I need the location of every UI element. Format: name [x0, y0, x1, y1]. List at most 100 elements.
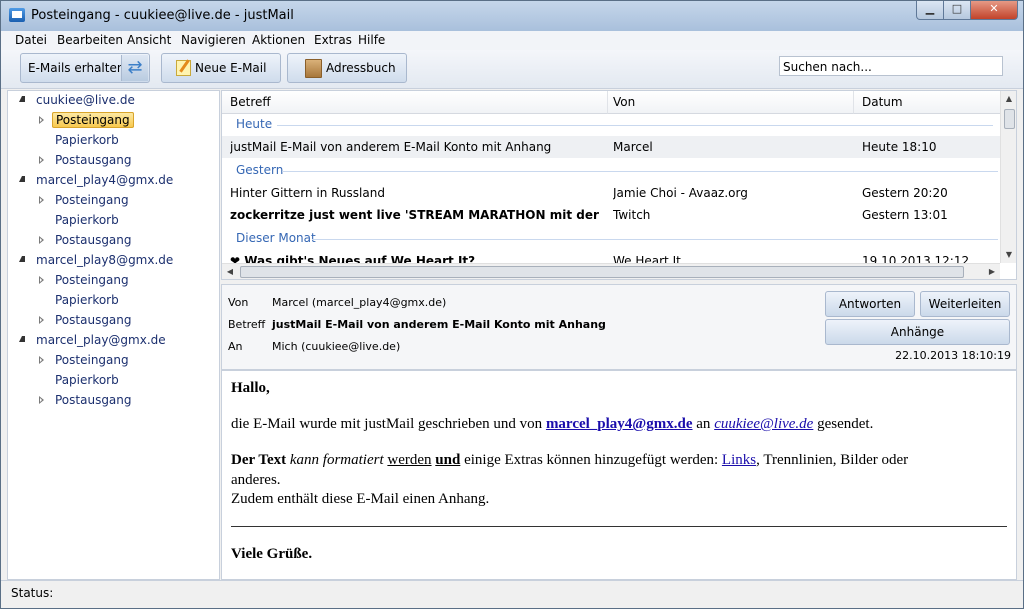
- folder-posteingang[interactable]: Posteingang: [55, 351, 129, 369]
- menu-navigieren[interactable]: Navigieren: [181, 33, 246, 47]
- mail-list: Betreff Von Datum Heute justMail E-Mail …: [221, 90, 1017, 280]
- mail-row[interactable]: Hinter Gittern in Russland Jamie Choi - …: [222, 182, 1000, 204]
- to-label: An: [228, 340, 243, 353]
- minimize-button[interactable]: ▁: [916, 1, 944, 20]
- collapsed-icon[interactable]: [39, 116, 44, 124]
- scroll-left-icon[interactable]: ◀: [222, 264, 238, 279]
- addressbook-icon: [305, 59, 322, 78]
- expanded-icon[interactable]: [19, 96, 25, 102]
- mail-row[interactable]: justMail E-Mail von anderem E-Mail Konto…: [222, 136, 1000, 158]
- bold-text: Der Text: [231, 452, 287, 468]
- folder-papierkorb[interactable]: Papierkorb: [55, 131, 119, 149]
- text: an: [692, 416, 715, 432]
- account-item[interactable]: marcel_play8@gmx.de: [36, 251, 173, 269]
- collapsed-icon[interactable]: [39, 396, 44, 404]
- close-button[interactable]: ✕: [970, 1, 1018, 20]
- from-value: Marcel (marcel_play4@gmx.de): [272, 296, 447, 309]
- mail-from: Marcel: [613, 140, 653, 154]
- mail-row-unread[interactable]: zockerritze just went live 'STREAM MARAT…: [222, 204, 1000, 226]
- window-title: Posteingang - cuukiee@live.de - justMail: [31, 8, 294, 23]
- mail-subject: zockerritze just went live 'STREAM MARAT…: [230, 208, 600, 222]
- mail-date: Gestern 20:20: [862, 186, 948, 200]
- expanded-icon[interactable]: [19, 336, 25, 342]
- sync-icon[interactable]: ⇄: [121, 55, 148, 81]
- mail-from: Jamie Choi - Avaaz.org: [613, 186, 748, 200]
- account-item[interactable]: cuukiee@live.de: [36, 91, 135, 109]
- folder-papierkorb[interactable]: Papierkorb: [55, 211, 119, 229]
- collapsed-icon[interactable]: [39, 316, 44, 324]
- menu-bar: Datei Bearbeiten Ansicht Navigieren Akti…: [1, 31, 1023, 51]
- mail-subject: justMail E-Mail von anderem E-Mail Konto…: [230, 140, 552, 154]
- collapsed-icon[interactable]: [39, 276, 44, 284]
- folder-postausgang[interactable]: Postausgang: [55, 391, 132, 409]
- text: die E-Mail wurde mit justMail geschriebe…: [231, 416, 546, 432]
- email-link[interactable]: cuukiee@live.de: [714, 416, 813, 432]
- body-line-3: anderes.: [231, 472, 281, 488]
- text: gesendet.: [813, 416, 874, 432]
- bold-underlined-text: und: [435, 452, 461, 468]
- menu-bearbeiten[interactable]: Bearbeiten: [57, 33, 123, 47]
- forward-button[interactable]: Weiterleiten: [920, 291, 1010, 317]
- collapsed-icon[interactable]: [39, 156, 44, 164]
- column-header-from[interactable]: Von: [608, 91, 854, 114]
- closing: Viele Grüße.: [231, 546, 313, 562]
- group-divider: [277, 125, 993, 126]
- main-window: Posteingang - cuukiee@live.de - justMail…: [0, 0, 1024, 609]
- mail-from: Twitch: [613, 208, 651, 222]
- get-mail-button[interactable]: E-Mails erhalten ⇄: [20, 53, 150, 83]
- folder-postausgang[interactable]: Postausgang: [55, 311, 132, 329]
- folder-papierkorb[interactable]: Papierkorb: [55, 371, 119, 389]
- text: einige Extras können hinzugefügt werden:: [460, 452, 722, 468]
- collapsed-icon[interactable]: [39, 196, 44, 204]
- folder-postausgang[interactable]: Postausgang: [55, 151, 132, 169]
- collapsed-icon[interactable]: [39, 356, 44, 364]
- scroll-thumb[interactable]: [240, 266, 964, 278]
- vertical-scrollbar[interactable]: ▲ ▼: [1000, 91, 1016, 263]
- collapsed-icon[interactable]: [39, 236, 44, 244]
- expanded-icon[interactable]: [19, 256, 25, 262]
- folder-tree: cuukiee@live.de Posteingang Papierkorb P…: [7, 90, 220, 580]
- search-input[interactable]: Suchen nach...: [779, 56, 1003, 76]
- scroll-right-icon[interactable]: ▶: [984, 264, 1000, 279]
- expanded-icon[interactable]: [19, 176, 25, 182]
- menu-datei[interactable]: Datei: [15, 33, 47, 47]
- body-line-4: Zudem enthält diese E-Mail einen Anhang.: [231, 491, 490, 507]
- maximize-button[interactable]: □: [943, 1, 971, 20]
- scroll-up-icon[interactable]: ▲: [1001, 91, 1016, 107]
- attachments-button[interactable]: Anhänge: [825, 319, 1010, 345]
- folder-papierkorb[interactable]: Papierkorb: [55, 291, 119, 309]
- email-link[interactable]: marcel_play4@gmx.de: [546, 416, 693, 432]
- new-mail-button[interactable]: Neue E-Mail: [161, 53, 281, 83]
- scroll-down-icon[interactable]: ▼: [1001, 247, 1016, 263]
- menu-extras[interactable]: Extras: [314, 33, 352, 47]
- menu-aktionen[interactable]: Aktionen: [252, 33, 305, 47]
- column-header-date[interactable]: Datum: [854, 91, 1008, 114]
- message-date: 22.10.2013 18:10:19: [895, 349, 1011, 362]
- subject-value: justMail E-Mail von anderem E-Mail Konto…: [272, 318, 606, 331]
- account-item[interactable]: marcel_play4@gmx.de: [36, 171, 173, 189]
- group-label: Heute: [236, 117, 273, 131]
- text: , Trennlinien, Bilder oder: [756, 452, 909, 468]
- body-line-2: Der Text kann formatiert werden und eini…: [231, 452, 908, 469]
- menu-hilfe[interactable]: Hilfe: [358, 33, 385, 47]
- column-header-subject[interactable]: Betreff: [222, 91, 608, 114]
- reply-button[interactable]: Antworten: [825, 291, 915, 317]
- folder-posteingang[interactable]: Posteingang: [55, 271, 129, 289]
- scroll-thumb[interactable]: [1004, 109, 1015, 129]
- from-label: Von: [228, 296, 249, 309]
- group-divider: [282, 171, 998, 172]
- account-item[interactable]: marcel_play@gmx.de: [36, 331, 166, 349]
- mail-date: Gestern 13:01: [862, 208, 948, 222]
- folder-posteingang-selected[interactable]: Posteingang: [52, 112, 134, 128]
- horizontal-scrollbar[interactable]: ◀ ▶: [222, 263, 1000, 279]
- subject-label: Betreff: [228, 318, 266, 331]
- links-link[interactable]: Links: [722, 452, 756, 468]
- menu-ansicht[interactable]: Ansicht: [127, 33, 171, 47]
- addressbook-button[interactable]: Adressbuch: [287, 53, 407, 83]
- folder-posteingang[interactable]: Posteingang: [55, 191, 129, 209]
- folder-postausgang[interactable]: Postausgang: [55, 231, 132, 249]
- group-label: Dieser Monat: [236, 231, 316, 245]
- greeting: Hallo,: [231, 380, 270, 396]
- horizontal-rule: [231, 526, 1007, 527]
- title-bar[interactable]: Posteingang - cuukiee@live.de - justMail…: [1, 1, 1023, 32]
